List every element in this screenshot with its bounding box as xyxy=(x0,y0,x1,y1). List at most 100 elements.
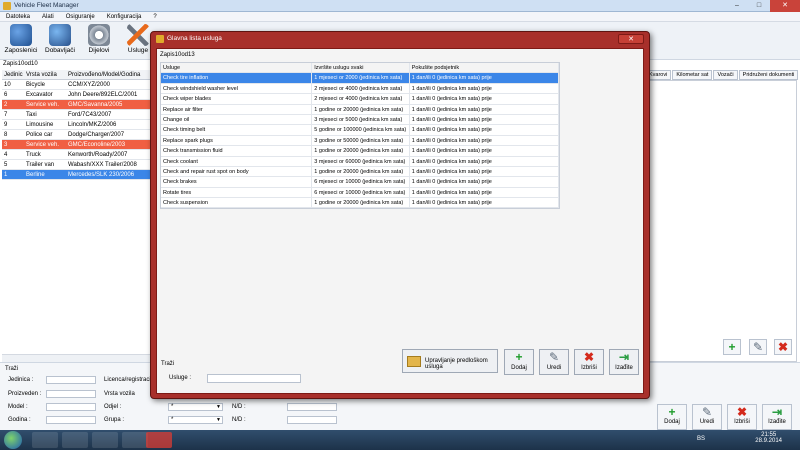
vehicle-record-count: Zapis10od10 xyxy=(3,61,38,67)
close-button[interactable]: ✕ xyxy=(770,0,800,12)
col-model[interactable]: Proizvođeno/Model/Godina xyxy=(66,70,152,79)
dialog-add-button[interactable]: + Dodaj xyxy=(504,349,534,375)
cell-model: Wabash/XXX Trailer/2008 xyxy=(68,162,137,168)
table-row[interactable]: 3 Service veh. GMC/Econoline/2003 xyxy=(2,140,152,150)
main-exit-button[interactable]: ⇥ Izađite xyxy=(762,404,792,430)
minimize-button[interactable]: – xyxy=(726,0,748,12)
table-row[interactable]: 6 Excavator John Deere/892ELC/2001 xyxy=(2,90,152,100)
table-row[interactable]: Check and repair rust spot on body 1 godi… xyxy=(161,166,559,178)
clock[interactable]: 21:55 28.9.2014 xyxy=(755,432,782,444)
cell-service: Check suspension xyxy=(161,198,313,208)
menu-alati[interactable]: Alati xyxy=(36,12,60,21)
language-indicator[interactable]: BS xyxy=(697,436,705,442)
cell-model: John Deere/892ELC/2001 xyxy=(68,92,138,98)
table-row[interactable]: Check brakes 6 mjeseci or 10000 (jedinica… xyxy=(161,177,559,188)
table-row[interactable]: Check windshield washer level 2 mjeseci o… xyxy=(161,83,559,95)
col-unit[interactable]: Jedinic xyxy=(2,70,24,79)
tab-vozaci[interactable]: Vozači xyxy=(713,70,738,80)
menu-help[interactable]: ? xyxy=(147,12,162,21)
menu-osiguranje[interactable]: Osiguranje xyxy=(60,12,101,21)
table-row[interactable]: 10 Bicycle CCM/XYZ/2000 xyxy=(2,80,152,90)
tab-pridruzeni-dokumenti[interactable]: Pridruženi dokumenti xyxy=(738,70,799,80)
dialog-delete-button[interactable]: ✖ Izbriši xyxy=(574,349,604,375)
employees-button[interactable]: Zaposlenici xyxy=(4,24,38,58)
nd-input-2[interactable] xyxy=(287,416,337,424)
right-tabs: Kvarovi Kilometar sat Vozači Pridruženi … xyxy=(645,70,799,80)
group-select[interactable]: * ▼ xyxy=(168,416,223,424)
menu-datoteka[interactable]: Datoteka xyxy=(0,12,36,21)
dialog-close-button[interactable]: ✕ xyxy=(618,34,644,44)
table-row[interactable]: 7 Taxi Ford/7C43/2007 xyxy=(2,110,152,120)
table-row[interactable]: 4 Truck Kenworth/Roady/2007 xyxy=(2,150,152,160)
table-row[interactable]: Check coolant 3 mjeseci or 60000 (jedinic… xyxy=(161,156,559,167)
group-label: Grupa : xyxy=(104,417,125,423)
right-edit-button[interactable]: ✎ xyxy=(749,339,767,355)
main-delete-button[interactable]: ✖ Izbriši xyxy=(727,404,757,430)
employees-icon xyxy=(10,24,32,46)
services-tools-icon xyxy=(127,24,149,46)
dialog-exit-button[interactable]: ⇥ Izađite xyxy=(609,349,639,375)
suppliers-button[interactable]: Dobavljači xyxy=(42,24,78,58)
table-row[interactable]: Check tire inflation 1 mjeseci or 2000 (j… xyxy=(161,73,559,84)
col-service[interactable]: Usluge xyxy=(161,63,313,73)
menu-konfiguracija[interactable]: Konfiguracija xyxy=(101,12,148,21)
taskbar-app-4[interactable] xyxy=(122,432,148,448)
main-titlebar: Vehicle Fleet Manager – □ ✕ xyxy=(0,0,800,12)
col-reminder[interactable]: Pokušite podsjetnik xyxy=(410,63,559,73)
col-type[interactable]: Vrsta vozila xyxy=(24,70,66,79)
maximize-button[interactable]: □ xyxy=(748,0,770,12)
table-row[interactable]: Check timing belt 5 godine or 100000 (jed… xyxy=(161,125,559,136)
nd-input[interactable] xyxy=(287,403,337,411)
app-icon xyxy=(3,2,11,10)
tab-kilometar-sat[interactable]: Kilometar sat xyxy=(672,70,713,80)
table-row[interactable]: Replace spark plugs 3 godine or 50000 (je… xyxy=(161,135,559,147)
service-search-input[interactable] xyxy=(207,374,301,383)
window-controls: – □ ✕ xyxy=(726,0,800,12)
main-add-button[interactable]: + Dodaj xyxy=(657,404,687,430)
cell-model: CCM/XYZ/2000 xyxy=(68,82,111,88)
taskbar-app-1[interactable] xyxy=(32,432,58,448)
cell-model: Mercedes/SLK 230/2006 xyxy=(68,172,135,178)
model-input[interactable] xyxy=(46,403,96,411)
table-row[interactable]: Check wiper blades 2 mjeseci or 4000 (jed… xyxy=(161,94,559,105)
horizontal-scrollbar[interactable] xyxy=(2,354,152,362)
cell-interval: 1 godine or 20000 (jedinica km sata) xyxy=(312,198,410,208)
table-row[interactable]: Check suspension 1 godine or 20000 (jedin… xyxy=(161,198,559,209)
cell-service: Replace air filter xyxy=(161,104,313,114)
manage-templates-button[interactable]: Upravljanje predloškom usluga xyxy=(402,349,498,373)
cell-model: Ford/7C43/2007 xyxy=(68,112,112,118)
taskbar-fleet-manager[interactable] xyxy=(146,432,172,448)
table-row[interactable]: Check transmission fluid 1 godine or 2000… xyxy=(161,146,559,157)
table-row[interactable]: 2 Service veh. GMC/Savanna/2005 xyxy=(2,100,152,110)
main-edit-button[interactable]: ✎ Uredi xyxy=(692,404,722,430)
table-row[interactable]: Replace air filter 1 godine or 20000 (jed… xyxy=(161,104,559,115)
dialog-app-icon xyxy=(156,35,164,43)
cell-reminder: 1 dan/ili 0 (jedinica km sata) prije xyxy=(410,166,559,177)
table-row[interactable]: Rotate tires 6 mjeseci or 10000 (jedinica… xyxy=(161,187,559,199)
cell-reminder: 1 dan/ili 0 (jedinica km sata) prije xyxy=(410,114,559,125)
taskbar-firefox[interactable] xyxy=(62,432,88,448)
services-button[interactable]: Usluge xyxy=(124,24,152,58)
right-delete-button[interactable]: ✖ xyxy=(774,339,792,355)
table-row[interactable]: Change oil 3 mjeseci or 5000 (jedinica km… xyxy=(161,114,559,126)
department-value: * xyxy=(171,404,174,410)
manufacturer-input[interactable] xyxy=(46,390,96,398)
parts-button[interactable]: Dijelovi xyxy=(84,24,114,58)
year-label: Godina : xyxy=(8,417,31,423)
right-add-button[interactable]: + xyxy=(723,339,741,355)
table-row[interactable]: 8 Police car Dodge/Charger/2007 xyxy=(2,130,152,140)
taskbar-app-3[interactable] xyxy=(92,432,118,448)
department-select[interactable]: * ▼ xyxy=(168,403,223,411)
cell-reminder: 1 dan/ili 0 (jedinica km sata) prije xyxy=(410,125,559,135)
cell-interval: 3 godine or 50000 (jedinica km sata) xyxy=(312,135,410,146)
cell-reminder: 1 dan/ili 0 (jedinica km sata) prije xyxy=(410,156,559,166)
start-button[interactable] xyxy=(4,431,22,449)
year-input[interactable] xyxy=(46,416,96,424)
col-interval[interactable]: Izvršite uslugu svaki xyxy=(312,63,410,73)
table-row[interactable]: 5 Trailer van Wabash/XXX Trailer/2008 xyxy=(2,160,152,170)
table-row[interactable]: 9 Limousine Lincoln/MKZ/2006 xyxy=(2,120,152,130)
dialog-edit-button[interactable]: ✎ Uredi xyxy=(539,349,569,375)
edit-icon: ✎ xyxy=(548,350,560,364)
table-row[interactable]: 1 Berline Mercedes/SLK 230/2006 xyxy=(2,170,152,180)
unit-input[interactable] xyxy=(46,376,96,384)
